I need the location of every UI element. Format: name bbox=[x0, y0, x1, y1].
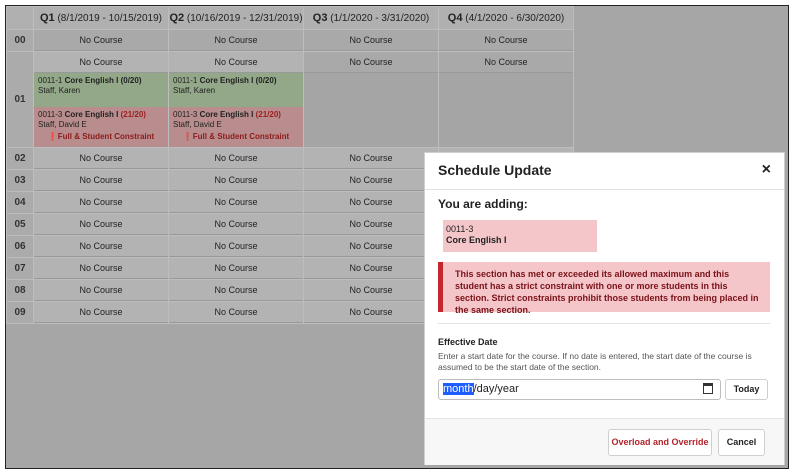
period-label: 05 bbox=[6, 213, 34, 236]
course-cell[interactable]: No Course bbox=[33, 213, 169, 236]
quarter-header-q3[interactable]: Q3 (1/1/2020 - 3/31/2020) bbox=[303, 6, 439, 30]
modal-title: Schedule Update bbox=[438, 162, 552, 178]
quarter-header-q4[interactable]: Q4 (4/1/2020 - 6/30/2020) bbox=[438, 6, 574, 30]
course-cell[interactable]: No Course bbox=[303, 257, 439, 280]
modal-footer: Overload and Override Cancel bbox=[425, 418, 784, 465]
constraint-alert: This section has met or exceeded its all… bbox=[438, 262, 770, 315]
today-button[interactable]: Today bbox=[725, 379, 768, 400]
course-cell[interactable]: No Course bbox=[33, 279, 169, 302]
period-label: 03 bbox=[6, 169, 34, 192]
course-cell[interactable]: No Course bbox=[33, 235, 169, 258]
course-cell[interactable]: No Course bbox=[303, 301, 439, 324]
course-cell[interactable]: No Course bbox=[168, 301, 304, 324]
course-cell[interactable]: No Course bbox=[33, 301, 169, 324]
effective-date-label: Effective Date bbox=[438, 337, 498, 347]
period-label: 02 bbox=[6, 147, 34, 170]
course-cell[interactable]: No Course bbox=[33, 29, 169, 52]
alert-icon: ❗ bbox=[182, 132, 193, 141]
period-label: 09 bbox=[6, 301, 34, 324]
course-cell[interactable]: No Course bbox=[303, 213, 439, 236]
course-cell[interactable]: No Course bbox=[303, 235, 439, 258]
period-label: 08 bbox=[6, 279, 34, 302]
course-cell[interactable]: No Course bbox=[168, 213, 304, 236]
course-cell[interactable]: No Course bbox=[33, 147, 169, 170]
divider bbox=[438, 323, 770, 324]
schedule-frame: Q1 (8/1/2019 - 10/15/2019) Q2 (10/16/201… bbox=[5, 5, 789, 469]
course-cell[interactable]: No Course bbox=[33, 257, 169, 280]
course-cell[interactable]: No Course bbox=[303, 191, 439, 214]
course-cell[interactable]: No Course bbox=[168, 191, 304, 214]
course-cell[interactable]: No Course bbox=[303, 169, 439, 192]
close-icon[interactable]: × bbox=[762, 161, 771, 179]
course-cell[interactable]: No Course bbox=[303, 51, 439, 148]
course-cell[interactable]: No Course bbox=[438, 51, 574, 148]
overload-override-button[interactable]: Overload and Override bbox=[608, 429, 712, 456]
course-cell[interactable]: No Course bbox=[168, 257, 304, 280]
course-cell[interactable]: No Course bbox=[168, 279, 304, 302]
modal-header: Schedule Update × bbox=[425, 153, 784, 190]
effective-date-help: Enter a start date for the course. If no… bbox=[438, 351, 752, 372]
section-card-green[interactable]: 0011-1 Core English I (0/20) Staff, Kare… bbox=[169, 73, 303, 107]
period-label: 06 bbox=[6, 235, 34, 258]
course-cell[interactable]: No Course 0011-1 Core English I (0/20) S… bbox=[33, 51, 169, 148]
period-label: 01 bbox=[6, 51, 34, 148]
schedule-update-modal: Schedule Update × You are adding: 0011-3… bbox=[424, 152, 785, 465]
course-cell[interactable]: No Course bbox=[303, 279, 439, 302]
course-cell[interactable]: No Course bbox=[168, 29, 304, 52]
course-cell[interactable]: No Course bbox=[168, 169, 304, 192]
course-cell[interactable]: No Course bbox=[168, 147, 304, 170]
alert-icon: ❗ bbox=[47, 132, 58, 141]
course-cell[interactable]: No Course bbox=[303, 29, 439, 52]
effective-date-input[interactable]: month/day/year bbox=[438, 379, 721, 400]
course-cell[interactable]: No Course bbox=[168, 235, 304, 258]
course-cell[interactable]: No Course bbox=[303, 147, 439, 170]
quarter-header-q2[interactable]: Q2 (10/16/2019 - 12/31/2019) bbox=[168, 6, 304, 30]
period-label: 00 bbox=[6, 29, 34, 52]
period-label: 04 bbox=[6, 191, 34, 214]
course-cell[interactable]: No Course 0011-1 Core English I (0/20) S… bbox=[168, 51, 304, 148]
section-card-green[interactable]: 0011-1 Core English I (0/20) Staff, Kare… bbox=[34, 73, 168, 107]
section-card-red[interactable]: 0011-3 Core English I (21/20) Staff, Dav… bbox=[169, 107, 303, 147]
course-cell[interactable]: No Course bbox=[33, 169, 169, 192]
adding-section-chip: 0011-3 Core English I bbox=[443, 220, 597, 252]
cancel-button[interactable]: Cancel bbox=[718, 429, 765, 456]
period-label: 07 bbox=[6, 257, 34, 280]
calendar-icon[interactable] bbox=[703, 383, 713, 394]
corner-cell bbox=[6, 6, 34, 30]
section-card-red[interactable]: 0011-3 Core English I (21/20) Staff, Dav… bbox=[34, 107, 168, 147]
course-cell[interactable]: No Course bbox=[438, 29, 574, 52]
quarter-header-q1[interactable]: Q1 (8/1/2019 - 10/15/2019) bbox=[33, 6, 169, 30]
course-cell[interactable]: No Course bbox=[33, 191, 169, 214]
adding-label: You are adding: bbox=[438, 197, 528, 211]
